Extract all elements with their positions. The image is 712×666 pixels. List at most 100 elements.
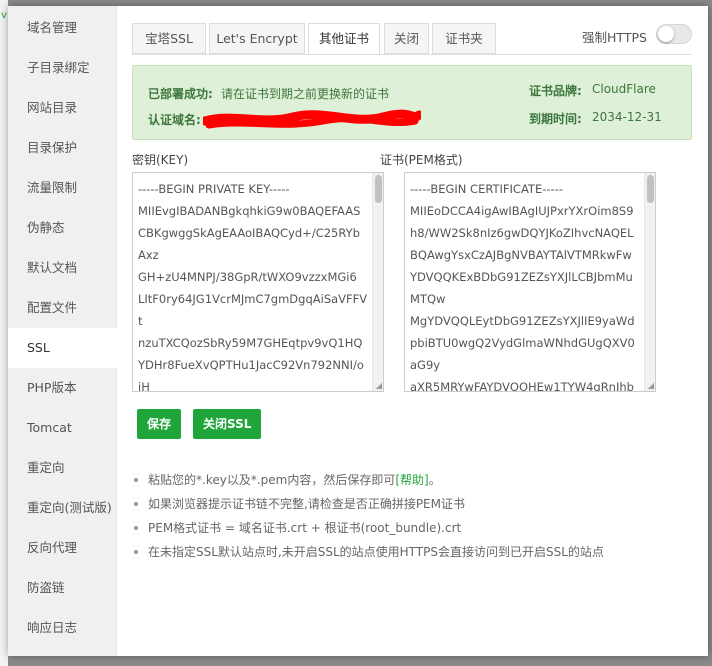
save-button[interactable]: 保存 bbox=[137, 409, 182, 439]
sidebar-item-label: 配置文件 bbox=[27, 300, 78, 315]
key-line: GH+zU4MNPJ/38GpR/tWXO9vzzxMGi6 bbox=[138, 270, 357, 284]
list-item: PEM格式证书 = 域名证书.crt + 根证书(root_bundle).cr… bbox=[132, 516, 604, 540]
cert-line: aXR5MRYwFAYDVQQHEw1TYW4gRnJhb bbox=[410, 380, 634, 392]
bullet-icon bbox=[134, 502, 138, 506]
toggle-knob bbox=[658, 26, 674, 42]
tab-label: Let's Encrypt bbox=[216, 31, 298, 46]
key-scrollbar[interactable] bbox=[372, 173, 383, 391]
tip-suffix: 。 bbox=[428, 473, 441, 487]
sidebar-item-label: 默认文档 bbox=[27, 260, 78, 275]
key-scroll-thumb[interactable] bbox=[375, 175, 382, 203]
key-line: iH bbox=[138, 380, 150, 392]
sidebar-item-label: 网站目录 bbox=[27, 100, 78, 115]
sidebar-item-php-version[interactable]: PHP版本 bbox=[8, 368, 117, 408]
help-link[interactable]: [帮助] bbox=[395, 473, 428, 487]
key-line: LItF0ry64JG1VcrMJmC7gmDgqAiSaVFFV bbox=[138, 292, 368, 306]
sidebar-item-label: 流量限制 bbox=[27, 180, 78, 195]
close-ssl-button[interactable]: 关闭SSL bbox=[193, 409, 262, 439]
tab-label: 其他证书 bbox=[318, 31, 369, 46]
sidebar-item-hotlink-protection[interactable]: 防盗链 bbox=[8, 568, 117, 608]
sidebar-item-label: Tomcat bbox=[27, 420, 72, 435]
tab-lets-encrypt[interactable]: Let's Encrypt bbox=[209, 23, 305, 54]
sidebar-item-label: 域名管理 bbox=[27, 20, 78, 35]
list-item: 粘贴您的*.key以及*.pem内容，然后保存即可[帮助]。 bbox=[132, 468, 604, 492]
redacted-domain-scribble bbox=[203, 109, 421, 129]
key-line: CBKgwggSkAgEAAoIBAQCyd+/C25RYb bbox=[138, 226, 360, 240]
bullet-icon bbox=[134, 478, 138, 482]
key-label: 密钥(KEY) bbox=[132, 153, 189, 167]
bullet-icon bbox=[134, 526, 138, 530]
sidebar-item-subdirectory-binding[interactable]: 子目录绑定 bbox=[8, 48, 117, 88]
deployed-label: 已部署成功: bbox=[148, 87, 213, 101]
cert-content: -----BEGIN CERTIFICATE----- MIIEoDCCA4ig… bbox=[405, 173, 643, 392]
cert-scrollbar[interactable] bbox=[644, 173, 655, 391]
list-item: 如果浏览器提示证书链不完整,请检查是否正确拼接PEM证书 bbox=[132, 492, 604, 516]
sidebar-item-directory-protection[interactable]: 目录保护 bbox=[8, 128, 117, 168]
tip-text: 如果浏览器提示证书链不完整,请检查是否正确拼接PEM证书 bbox=[148, 497, 465, 511]
domain-label: 认证域名: bbox=[148, 113, 201, 127]
sidebar-item-reverse-proxy[interactable]: 反向代理 bbox=[8, 528, 117, 568]
cert-line: MTQw bbox=[410, 292, 446, 306]
sidebar-item-rewrite[interactable]: 伪静态 bbox=[8, 208, 117, 248]
resize-grip-icon[interactable]: ◢ bbox=[648, 382, 654, 390]
key-line: YDHr8FueXvQPTHu1JacC92Vn792NNI/o bbox=[138, 358, 364, 372]
cert-line: BQAwgYsxCzAJBgNVBAYTAlVTMRkwFw bbox=[410, 248, 632, 262]
sidebar-item-redirect-beta[interactable]: 重定向(测试版) bbox=[8, 488, 117, 528]
tab-close[interactable]: 关闭 bbox=[384, 23, 429, 54]
key-content: -----BEGIN PRIVATE KEY----- MIIEvgIBADAN… bbox=[133, 173, 371, 392]
tab-other-certificate[interactable]: 其他证书 bbox=[308, 23, 380, 55]
deployed-message: 请在证书到期之前更换新的证书 bbox=[221, 87, 390, 101]
tip-text: PEM格式证书 = 域名证书.crt + 根证书(root_bundle).cr… bbox=[148, 521, 462, 535]
certificate-textarea[interactable]: -----BEGIN CERTIFICATE----- MIIEoDCCA4ig… bbox=[404, 172, 656, 392]
key-line: nzuTXCQozSbRy59M7GHEqtpv9vQ1HQ bbox=[138, 336, 363, 350]
sidebar-item-label: PHP版本 bbox=[27, 380, 77, 395]
cert-line: MgYDVQQLEytDbG91ZEZsYXJlIE9yaWd bbox=[410, 314, 635, 328]
sidebar-item-label: 防盗链 bbox=[27, 580, 65, 595]
sidebar-item-site-directory[interactable]: 网站目录 bbox=[8, 88, 117, 128]
cert-line: -----BEGIN CERTIFICATE----- bbox=[410, 182, 563, 196]
expiry-value: 2034-12-31 bbox=[592, 110, 662, 124]
cert-line: MIIEoDCCA4igAwIBAgIUJPxrYXrOim8S9 bbox=[410, 204, 634, 218]
tab-label: 证书夹 bbox=[445, 31, 483, 46]
help-tips-list: 粘贴您的*.key以及*.pem内容，然后保存即可[帮助]。 如果浏览器提示证书… bbox=[132, 468, 604, 564]
sidebar-item-redirect[interactable]: 重定向 bbox=[8, 448, 117, 488]
tab-certificate-folder[interactable]: 证书夹 bbox=[432, 23, 496, 54]
background-page-edge: v bbox=[0, 0, 8, 666]
settings-sidebar: 域名管理 子目录绑定 网站目录 目录保护 流量限制 伪静态 默认文档 配置文件 … bbox=[8, 6, 118, 656]
sidebar-item-label: 重定向(测试版) bbox=[27, 500, 112, 515]
sidebar-item-label: 重定向 bbox=[27, 460, 65, 475]
sidebar-item-ssl[interactable]: SSL bbox=[8, 328, 118, 368]
bullet-icon bbox=[134, 550, 138, 554]
cert-label: 证书(PEM格式) bbox=[380, 153, 463, 167]
tab-bt-ssl[interactable]: 宝塔SSL bbox=[132, 23, 206, 54]
cert-line: YDVQQKExBDbG91ZEZsYXJlLCBJbmMu bbox=[410, 270, 633, 284]
tab-label: 关闭 bbox=[393, 31, 419, 46]
tab-label: 宝塔SSL bbox=[145, 31, 193, 46]
cert-line: aG9y bbox=[410, 358, 441, 372]
key-line: -----BEGIN PRIVATE KEY----- bbox=[138, 182, 290, 196]
private-key-textarea[interactable]: -----BEGIN PRIVATE KEY----- MIIEvgIBADAN… bbox=[132, 172, 384, 392]
expiry-label: 到期时间: bbox=[529, 112, 582, 126]
key-line: Axz bbox=[138, 248, 159, 262]
brand-label: 证书品牌: bbox=[529, 84, 582, 98]
list-item: 在未指定SSL默认站点时,未开启SSL的站点使用HTTPS会直接访问到已开启SS… bbox=[132, 540, 604, 564]
resize-grip-icon[interactable]: ◢ bbox=[376, 382, 382, 390]
cert-line: pbiBTU0wgQ2VydGlmaWNhdGUgQXV0 bbox=[410, 336, 635, 350]
cert-scroll-thumb[interactable] bbox=[647, 175, 654, 203]
sidebar-item-traffic-limit[interactable]: 流量限制 bbox=[8, 168, 117, 208]
tabs-divider bbox=[132, 54, 692, 55]
sidebar-item-label: 反向代理 bbox=[27, 540, 78, 555]
sidebar-item-config-file[interactable]: 配置文件 bbox=[8, 288, 117, 328]
sidebar-item-label: 目录保护 bbox=[27, 140, 78, 155]
sidebar-item-default-document[interactable]: 默认文档 bbox=[8, 248, 117, 288]
cert-line: h8/WW2Sk8nIz6gwDQYJKoZIhvcNAQEL bbox=[410, 226, 634, 240]
ssl-status-panel: 已部署成功: 请在证书到期之前更换新的证书 认证域名: 证书品牌: CloudF… bbox=[132, 65, 692, 140]
tip-text: 在未指定SSL默认站点时,未开启SSL的站点使用HTTPS会直接访问到已开启SS… bbox=[148, 545, 604, 559]
sidebar-item-domain-management[interactable]: 域名管理 bbox=[8, 8, 117, 48]
site-settings-dialog: 域名管理 子目录绑定 网站目录 目录保护 流量限制 伪静态 默认文档 配置文件 … bbox=[8, 6, 708, 656]
force-https-toggle[interactable] bbox=[656, 24, 692, 44]
sidebar-item-response-log[interactable]: 响应日志 bbox=[8, 608, 117, 648]
force-https-label: 强制HTTPS bbox=[582, 30, 647, 45]
sidebar-item-tomcat[interactable]: Tomcat bbox=[8, 408, 117, 448]
key-line: MIIEvgIBADANBgkqhkiG9w0BAQEFAAS bbox=[138, 204, 361, 218]
